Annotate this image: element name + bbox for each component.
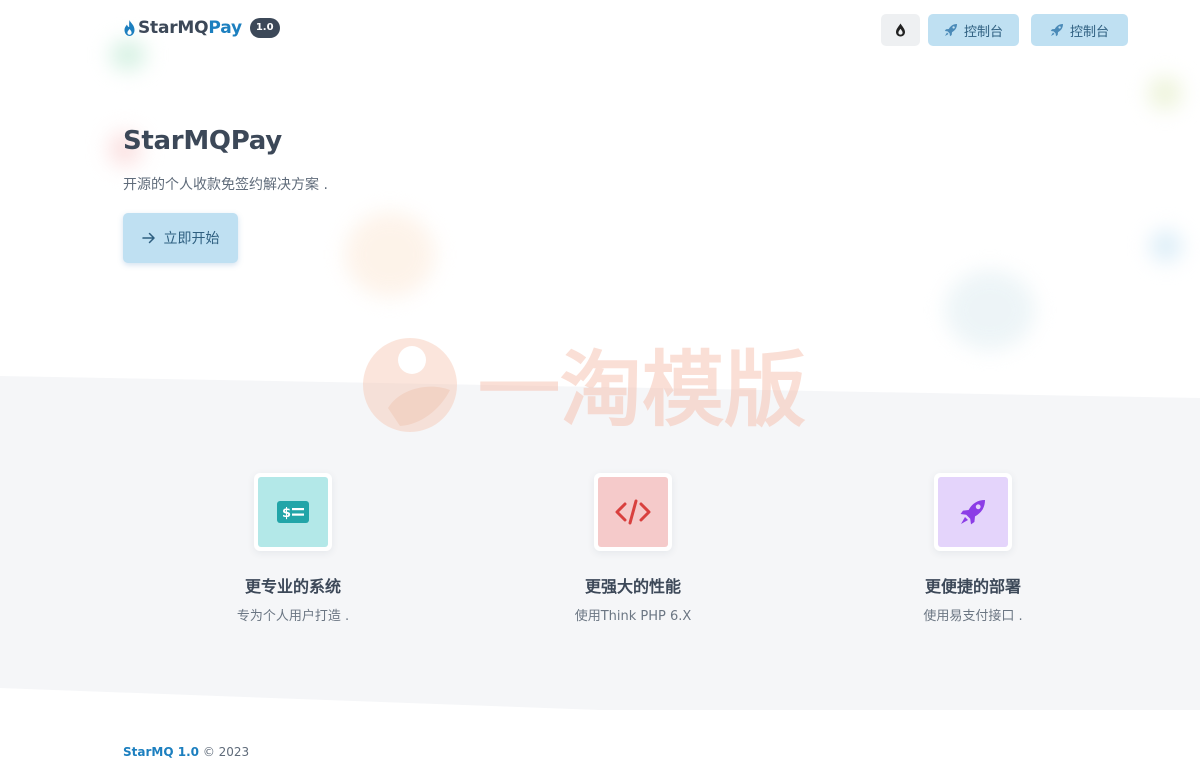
site-logo[interactable]: StarMQPay 1.0 (123, 18, 280, 38)
hero-subtitle: 开源的个人收款免签约解决方案 . (123, 177, 328, 193)
feature-title: 更强大的性能 (584, 577, 681, 596)
svg-text:$: $ (282, 506, 291, 521)
decor-blob (945, 270, 1035, 350)
decor-blob (1150, 230, 1182, 262)
code-icon (615, 499, 651, 525)
decor-blob (110, 40, 146, 70)
footer-brand-link[interactable]: StarMQ 1.0 (123, 745, 199, 759)
rocket-icon (960, 500, 985, 525)
feature-icon-bg: $ (258, 477, 328, 547)
footer-copyright: © 2023 (202, 745, 250, 759)
feature-icon-box (934, 473, 1012, 551)
get-started-button[interactable]: 立即开始 (123, 213, 238, 263)
flame-icon (124, 20, 135, 36)
arrow-right-icon (141, 232, 155, 244)
feature-card: $ 更专业的系统 专为个人用户打造 . (183, 473, 403, 624)
console-button[interactable]: 控制台 (1031, 14, 1128, 46)
feature-card: 更强大的性能 使用Think PHP 6.X (523, 473, 743, 624)
console-button-label: 控制台 (963, 24, 1003, 40)
drop-icon (896, 23, 905, 37)
rocket-icon (1050, 24, 1063, 37)
decor-blob (1148, 76, 1182, 110)
feature-card: 更便捷的部署 使用易支付接口 . (863, 473, 1083, 624)
version-badge: 1.0 (249, 18, 280, 38)
hero-title: StarMQPay (123, 126, 282, 156)
feature-icon-bg (598, 477, 668, 547)
decor-blob (345, 212, 435, 297)
console-button-label: 控制台 (1069, 24, 1109, 40)
feature-icon-box: $ (254, 473, 332, 551)
feature-title: 更便捷的部署 (924, 577, 1021, 596)
feature-title: 更专业的系统 (244, 577, 341, 596)
feature-desc: 使用Think PHP 6.X (574, 609, 692, 624)
logo-text: StarMQPay (138, 18, 242, 38)
feature-desc: 专为个人用户打造 . (236, 609, 350, 624)
console-button[interactable]: 控制台 (928, 14, 1019, 46)
feature-icon-box (594, 473, 672, 551)
feature-desc: 使用易支付接口 . (923, 609, 1023, 624)
footer: StarMQ 1.0 © 2023 (123, 745, 249, 759)
theme-toggle-button[interactable] (881, 14, 920, 46)
feature-icon-bg (938, 477, 1008, 547)
rocket-icon (944, 24, 957, 37)
money-icon: $ (277, 501, 309, 523)
header-actions: 控制台 控制台 (881, 14, 1128, 46)
get-started-label: 立即开始 (163, 231, 220, 247)
